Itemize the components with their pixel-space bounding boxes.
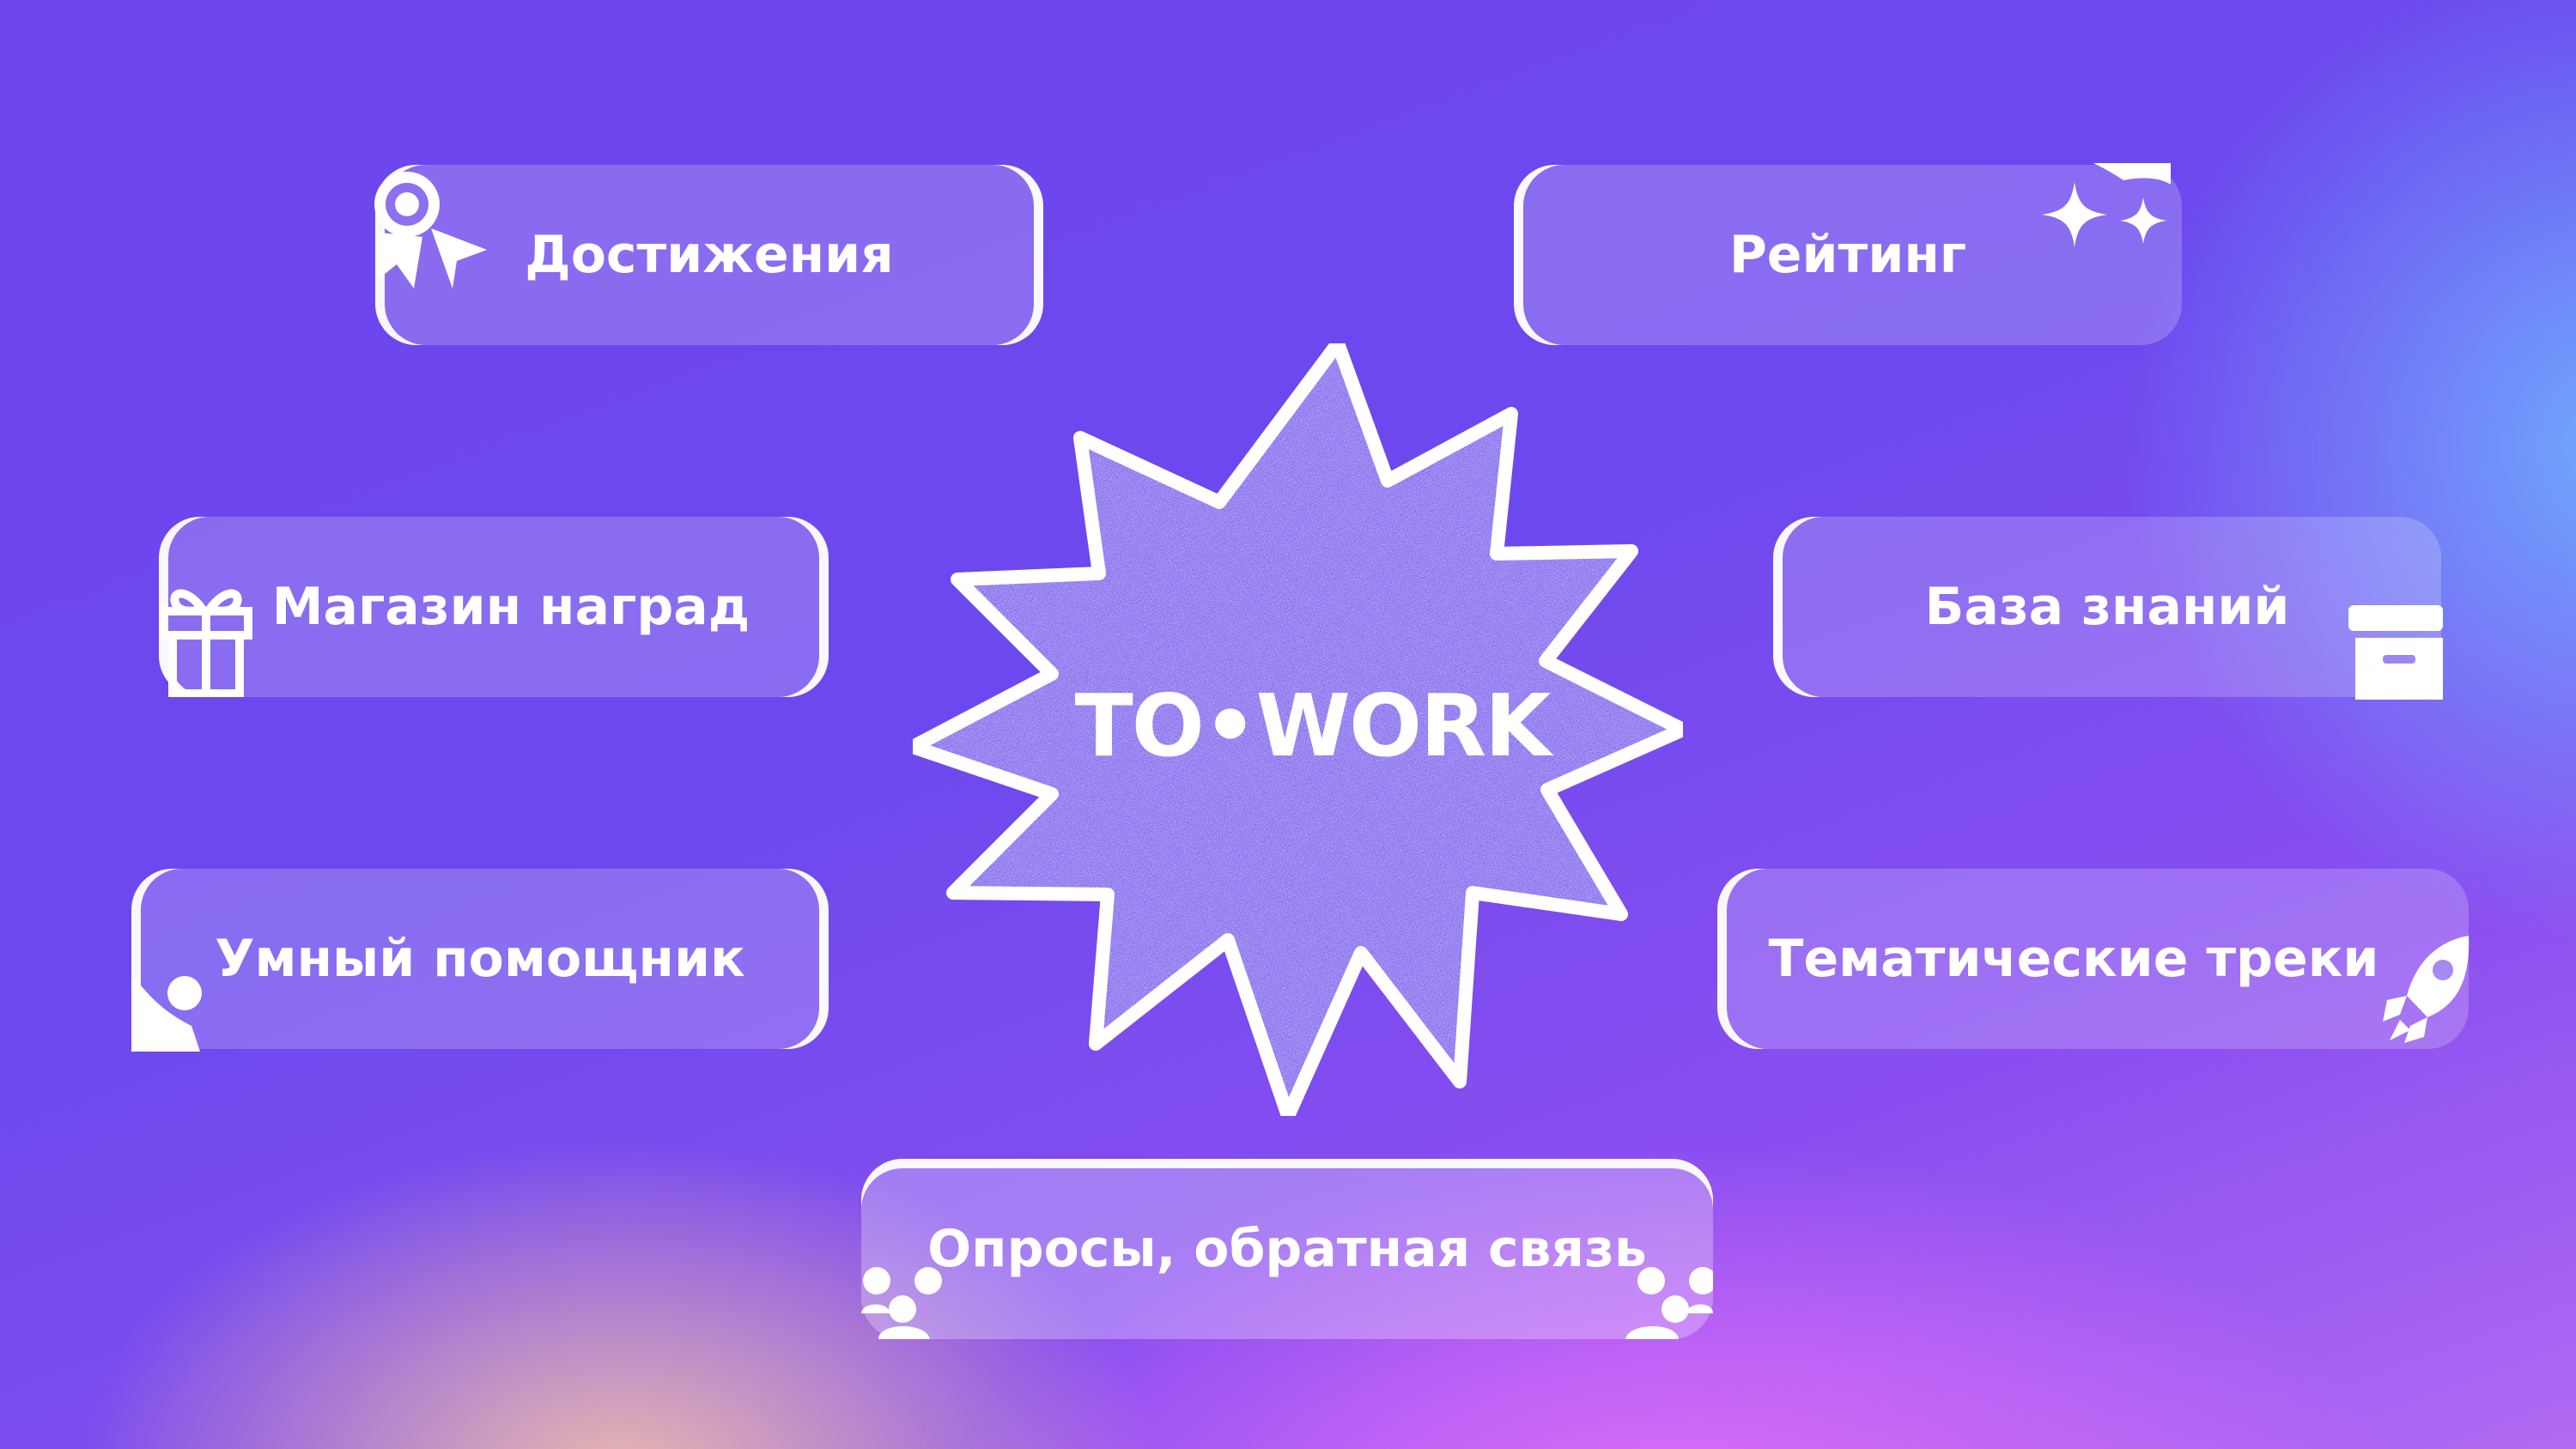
feature-label-surveys-feedback: Опросы, обратная связь — [927, 1219, 1647, 1279]
feature-smart-assistant-edge — [131, 869, 829, 1049]
sparkles-icon — [2042, 163, 2171, 247]
award-ribbon-icon — [374, 172, 487, 288]
people-group-icon — [1625, 1267, 1713, 1339]
archive-box-icon — [2348, 605, 2443, 700]
feature-surveys-feedback[interactable]: Опросы, обратная связь — [861, 1159, 1713, 1339]
people-group-icon — [861, 1267, 942, 1339]
center-starburst: TO•WORK — [906, 336, 1683, 1123]
feature-thematic-tracks[interactable]: Тематические треки — [1717, 869, 2469, 1049]
feature-label-rating: Рейтинг — [1728, 225, 1967, 285]
logo-text: TO•WORK — [1075, 676, 1554, 776]
feature-rewards-shop-edge — [159, 517, 829, 697]
gift-icon — [160, 589, 252, 697]
assistant-shape-icon — [131, 976, 202, 1052]
feature-label-knowledge-base: База знаний — [1924, 577, 2290, 637]
rocket-icon — [2383, 936, 2470, 1043]
feature-knowledge-base[interactable]: База знаний — [1773, 517, 2441, 697]
feature-label-thematic-tracks: Тематические треки — [1768, 929, 2379, 989]
